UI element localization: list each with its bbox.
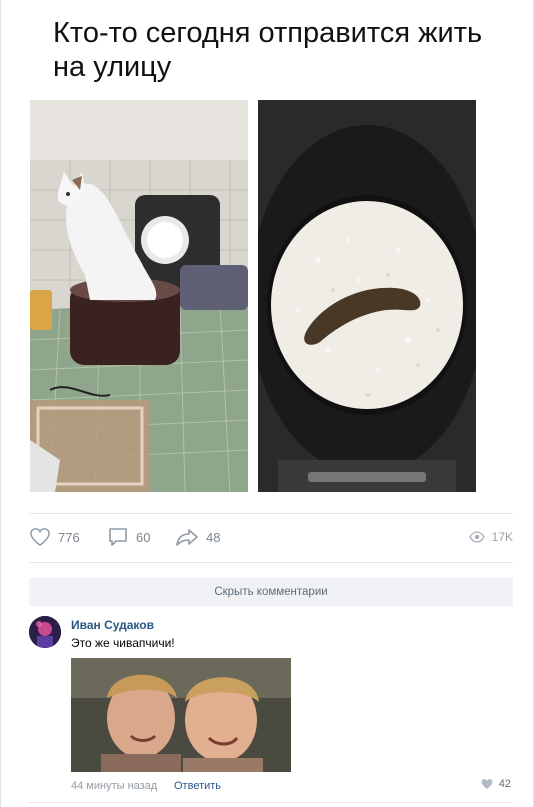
divider [29, 562, 513, 563]
heart-icon [481, 779, 493, 789]
hide-comments-button[interactable]: Скрыть комментарии [29, 578, 513, 606]
eye-icon [468, 531, 485, 543]
views-count: 17K [491, 530, 513, 544]
heart-icon [30, 528, 50, 547]
reply-button[interactable]: Ответить [174, 780, 221, 792]
avatar[interactable] [29, 616, 61, 648]
comment-button[interactable]: 60 [107, 525, 150, 549]
cat-photo-illustration [30, 100, 248, 492]
comment-author[interactable]: Иван Судаков [71, 618, 154, 632]
comment-attached-image[interactable] [71, 658, 291, 772]
speech-bubble-icon [109, 528, 127, 546]
comment-text: Это же чивапчичи! [71, 636, 175, 650]
post-card: Кто-то сегодня отправится жить на улицу [0, 0, 534, 807]
like-button[interactable]: 776 [29, 525, 80, 549]
share-button[interactable]: 48 [175, 525, 220, 549]
like-count: 776 [58, 529, 80, 545]
rice-photo-illustration [258, 100, 476, 492]
comment-time: 44 минуты назад [71, 780, 158, 792]
post-photo-cat[interactable] [30, 100, 248, 492]
avatar-image [29, 616, 61, 648]
comment-like-button[interactable]: 42 [480, 778, 511, 790]
comment-image-illustration [71, 658, 291, 772]
comment-like-count: 42 [498, 778, 511, 790]
share-count: 48 [206, 529, 221, 545]
post-title: Кто-то сегодня отправится жить на улицу [53, 17, 483, 83]
views-indicator: 17K [468, 525, 513, 549]
post-actions: 776 60 48 17K [1, 520, 534, 554]
post-photo-rice[interactable] [258, 100, 476, 492]
comment-count: 60 [136, 529, 151, 545]
divider [29, 802, 513, 803]
divider [29, 513, 513, 514]
share-arrow-icon [176, 529, 198, 546]
